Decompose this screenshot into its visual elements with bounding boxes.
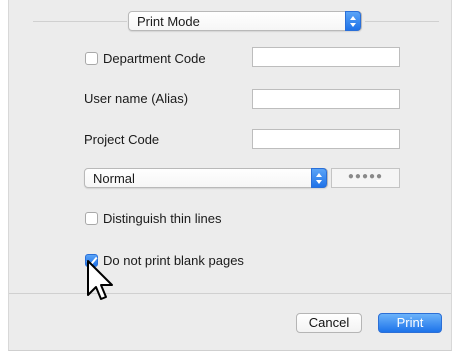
arrow-pointer-icon <box>87 260 113 300</box>
department-code-checkbox[interactable] <box>85 52 98 65</box>
project-code-label: Project Code <box>84 132 160 147</box>
distinguish-thin-lines-label: Distinguish thin lines <box>103 211 222 226</box>
print-button[interactable]: Print <box>378 313 442 333</box>
top-separator-right <box>365 21 439 22</box>
do-not-print-blank-pages-label: Do not print blank pages <box>103 253 244 268</box>
project-code-field[interactable] <box>252 129 400 149</box>
user-name-label: User name (Alias) <box>84 91 189 106</box>
department-code-field[interactable] <box>252 47 400 67</box>
popup-stepper-icon <box>311 168 327 188</box>
print-type-popup-value: Normal <box>93 171 135 186</box>
print-options-panel: Print Mode Department Code User name (Al… <box>8 0 452 351</box>
bottom-separator <box>9 293 451 294</box>
top-separator-left <box>33 21 127 22</box>
print-mode-popup-value: Print Mode <box>137 14 200 29</box>
print-mode-popup[interactable]: Print Mode <box>128 11 362 31</box>
user-name-field[interactable] <box>252 89 400 109</box>
cancel-button[interactable]: Cancel <box>296 313 362 333</box>
popup-stepper-icon <box>345 11 361 31</box>
password-field[interactable]: ●●●●● <box>331 168 400 188</box>
print-type-popup[interactable]: Normal <box>84 168 328 188</box>
distinguish-thin-lines-checkbox[interactable] <box>85 212 98 225</box>
department-code-label: Department Code <box>103 51 206 66</box>
